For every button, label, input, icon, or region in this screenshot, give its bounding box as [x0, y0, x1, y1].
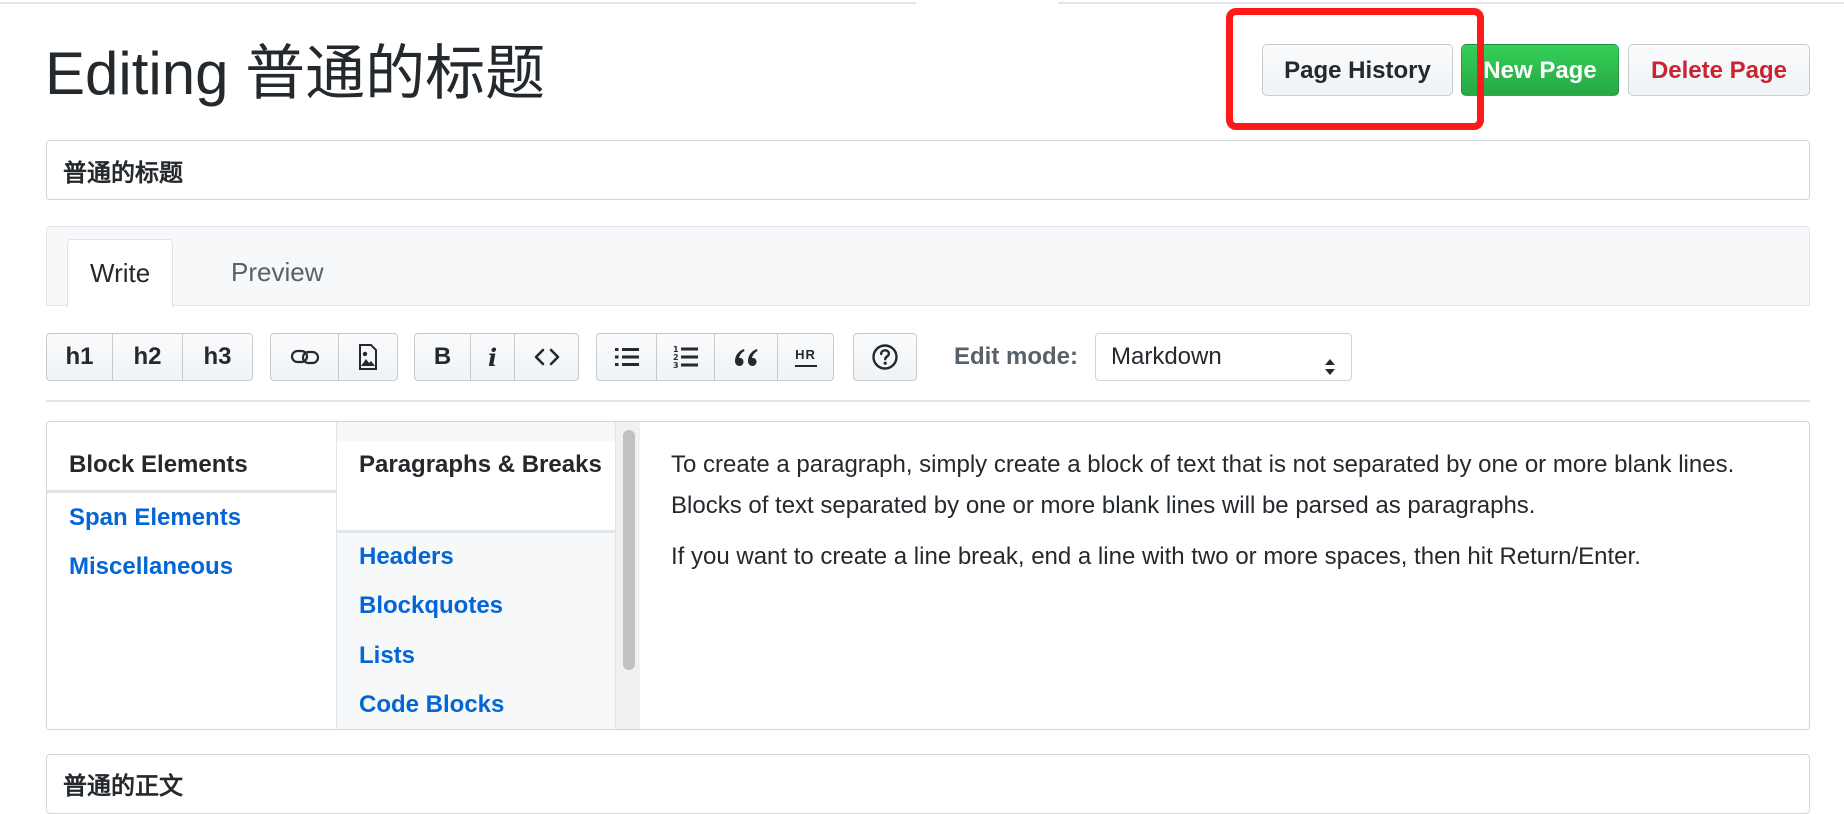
help-topics: Paragraphs & Breaks Headers Blockquotes …: [337, 422, 640, 729]
quote-icon: [733, 346, 759, 368]
edit-mode-value: Markdown: [1111, 343, 1222, 370]
help-paragraph: To create a paragraph, simply create a b…: [671, 451, 1735, 519]
h3-button[interactable]: h3: [183, 333, 253, 381]
link-button[interactable]: [270, 333, 339, 381]
select-arrows-icon: [1323, 347, 1337, 393]
delete-page-button[interactable]: Delete Page: [1628, 44, 1810, 96]
top-divider-right: [1058, 0, 1844, 4]
hr-line: [794, 364, 817, 367]
ordered-list-icon: 1 2 3: [673, 345, 699, 369]
header-buttons-group: h1 h2 h3: [46, 333, 253, 381]
horizontal-rule-icon: HR: [794, 348, 817, 367]
edit-mode-select[interactable]: Markdown: [1095, 333, 1352, 381]
help-topic-lists[interactable]: Lists: [337, 637, 639, 674]
help-topic-headers[interactable]: Headers: [337, 538, 639, 575]
toolbar-divider: [46, 400, 1810, 402]
editor-tabnav: Write Preview: [46, 226, 1810, 308]
code-button[interactable]: [515, 333, 579, 381]
tab-write[interactable]: Write: [67, 239, 174, 308]
help-buttons-group: [853, 333, 917, 381]
page-history-button[interactable]: Page History: [1262, 44, 1453, 96]
page-title-input[interactable]: [46, 140, 1810, 200]
quote-button[interactable]: [715, 333, 778, 381]
help-category-span-elements[interactable]: Span Elements: [47, 499, 336, 536]
help-icon: [871, 343, 899, 371]
new-page-button[interactable]: New Page: [1461, 44, 1619, 96]
insert-buttons-group: [270, 333, 398, 381]
markdown-help-panel: Block Elements Span Elements Miscellaneo…: [46, 421, 1810, 730]
h2-button[interactable]: h2: [113, 333, 183, 381]
link-icon: [290, 346, 320, 368]
unordered-list-button[interactable]: [596, 333, 657, 381]
help-paragraph: If you want to create a line break, end …: [671, 543, 1641, 570]
svg-text:3: 3: [673, 361, 679, 369]
image-button[interactable]: [339, 333, 398, 381]
format-buttons-group: B i: [414, 333, 579, 381]
help-content: To create a paragraph, simply create a b…: [671, 444, 1781, 587]
help-topic-paragraphs-breaks[interactable]: Paragraphs & Breaks: [337, 441, 615, 533]
h1-button[interactable]: h1: [46, 333, 113, 381]
page-body-textarea[interactable]: 普通的正文: [46, 754, 1810, 814]
scrollbar-thumb[interactable]: [623, 430, 635, 670]
help-category-miscellaneous[interactable]: Miscellaneous: [47, 548, 336, 585]
code-icon: [533, 347, 561, 367]
tab-preview[interactable]: Preview: [209, 239, 345, 307]
horizontal-rule-button[interactable]: HR: [778, 333, 834, 381]
image-icon: [358, 344, 378, 370]
help-button[interactable]: [853, 333, 917, 381]
help-categories: Block Elements Span Elements Miscellaneo…: [47, 422, 337, 729]
unordered-list-icon: [614, 346, 640, 368]
bold-button[interactable]: B: [414, 333, 471, 381]
block-buttons-group: 1 2 3 HR: [596, 333, 834, 381]
help-topics-scrollbar[interactable]: [615, 422, 640, 729]
top-divider-left: [0, 0, 916, 4]
ordered-list-button[interactable]: 1 2 3: [657, 333, 715, 381]
help-category-block-elements[interactable]: Block Elements: [47, 441, 336, 493]
help-topic-code-blocks[interactable]: Code Blocks: [337, 686, 639, 723]
page-title: Editing 普通的标题: [45, 40, 546, 107]
edit-mode-label: Edit mode:: [954, 343, 1078, 370]
help-topic-blockquotes[interactable]: Blockquotes: [337, 587, 639, 624]
italic-button[interactable]: i: [471, 333, 515, 381]
